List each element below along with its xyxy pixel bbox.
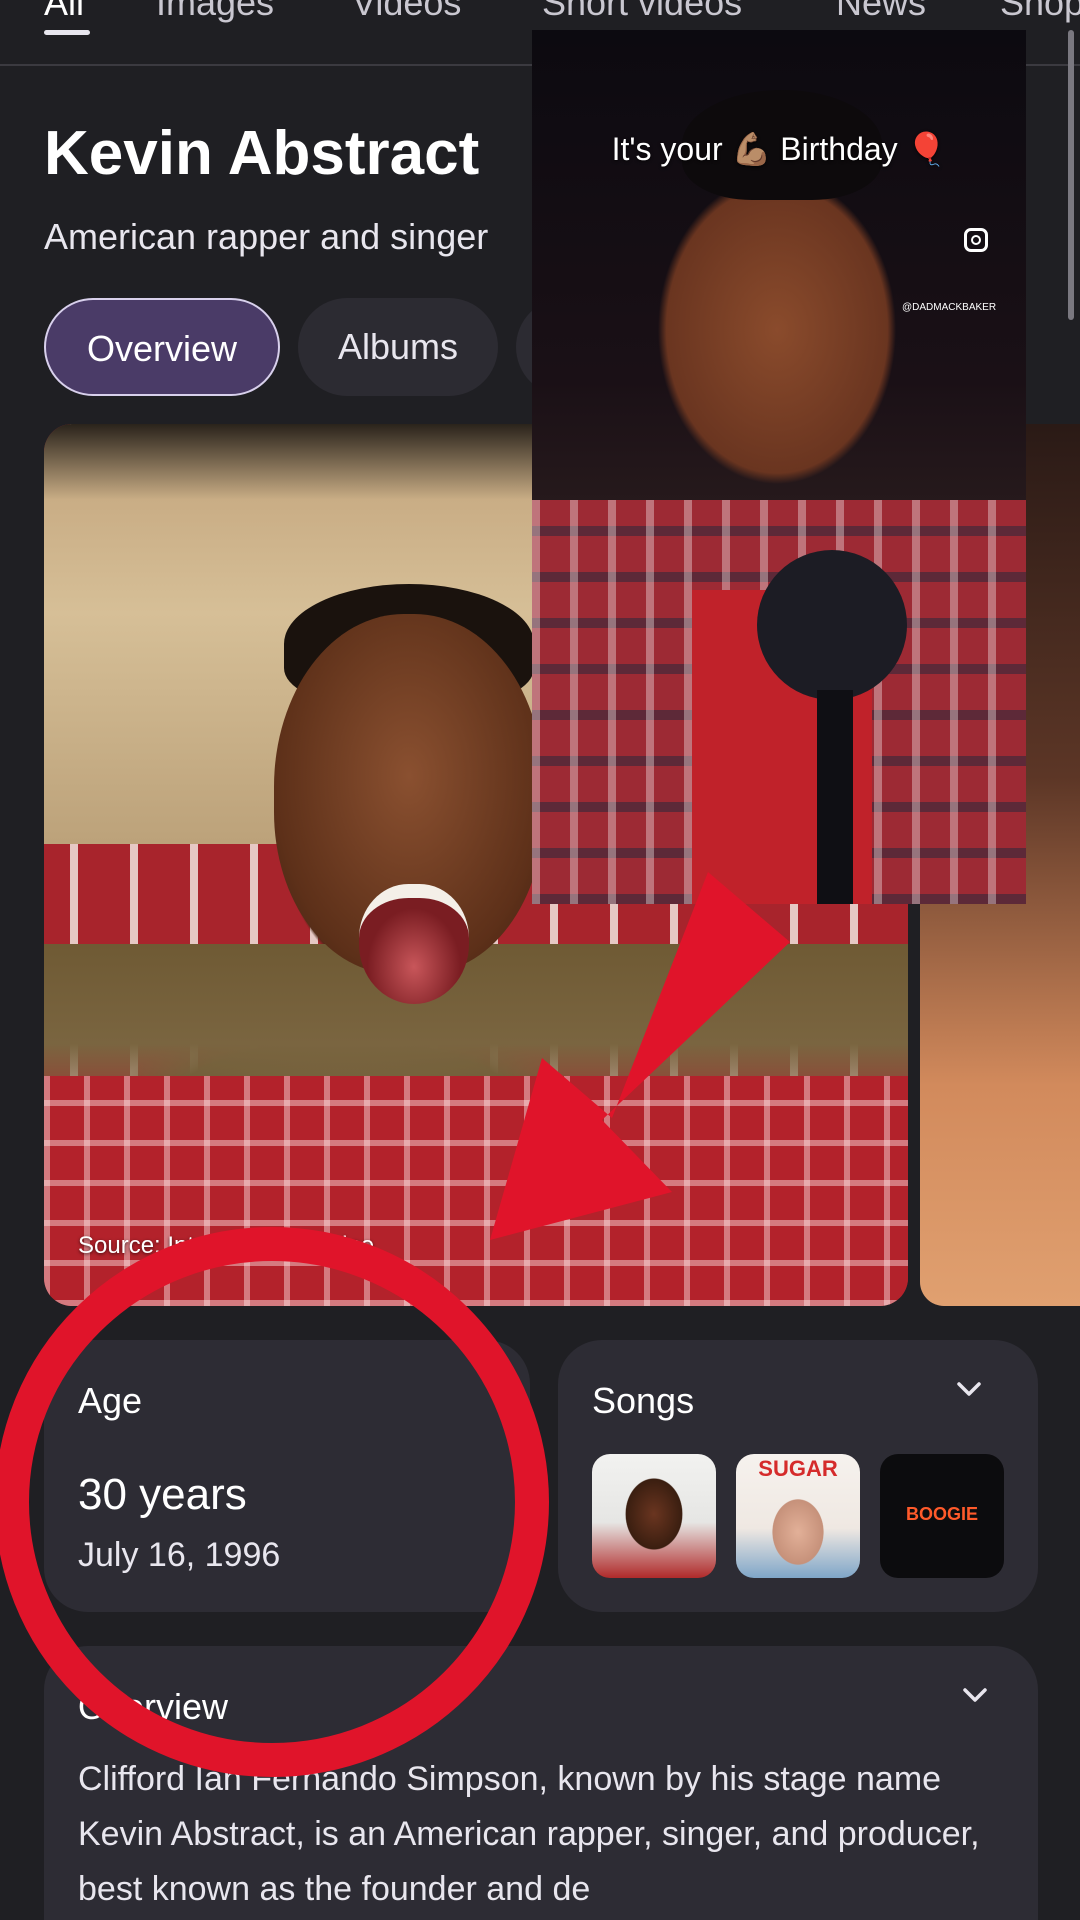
entity-description: American rapper and singer xyxy=(44,216,489,257)
song-thumb-sugar[interactable]: SUGAR xyxy=(736,1454,860,1578)
search-results-page: All Images Videos Short videos News Shop… xyxy=(0,0,1080,1920)
songs-card[interactable]: Songs SUGAR BOOGIE xyxy=(558,1340,1038,1612)
song-thumb-title: BOOGIE xyxy=(905,1504,978,1524)
overview-label: Overview xyxy=(78,1686,229,1727)
overview-card[interactable]: Overview Clifford Ian Fernando Simpson, … xyxy=(44,1646,1038,1920)
tab-shop[interactable]: Shop xyxy=(1000,0,1080,24)
microphone xyxy=(757,550,907,700)
tab-short-videos[interactable]: Short videos xyxy=(542,0,742,24)
instagram-icon xyxy=(964,228,988,252)
entity-title: Kevin Abstract xyxy=(44,119,480,188)
photo-blanket xyxy=(44,1076,908,1306)
microphone-handle xyxy=(817,690,853,904)
overview-text: Clifford Ian Fernando Simpson, known by … xyxy=(78,1760,980,1908)
age-label: Age xyxy=(78,1380,143,1421)
tab-videos[interactable]: Videos xyxy=(352,0,461,24)
age-card[interactable]: Age 30 years July 16, 1996 xyxy=(44,1340,530,1612)
songs-label: Songs xyxy=(592,1380,695,1421)
scrollbar[interactable] xyxy=(1068,30,1074,320)
tab-all[interactable]: All xyxy=(44,0,84,24)
chevron-down-icon[interactable] xyxy=(960,1680,990,1710)
song-thumb-title: SUGAR xyxy=(758,1456,838,1481)
tab-images[interactable]: Images xyxy=(156,0,274,24)
chip-overview[interactable]: Overview xyxy=(44,298,280,396)
birth-date: July 16, 1996 xyxy=(78,1536,281,1574)
active-tab-indicator xyxy=(44,30,90,35)
chevron-down-icon[interactable] xyxy=(954,1374,984,1404)
photo-mouth xyxy=(359,884,469,1004)
age-value: 30 years xyxy=(78,1470,247,1519)
chip-albums[interactable]: Albums xyxy=(298,298,498,396)
song-thumb-boogie[interactable]: BOOGIE xyxy=(880,1454,1004,1578)
tab-news[interactable]: News xyxy=(836,0,926,24)
video-overlay[interactable]: It's your 💪🏽 Birthday 🎈 @DADMACKBAKER xyxy=(532,30,1026,904)
video-caption: It's your 💪🏽 Birthday 🎈 xyxy=(611,131,947,167)
video-handle: @DADMACKBAKER xyxy=(902,302,997,313)
song-thumb-1[interactable] xyxy=(592,1454,716,1578)
photo-source-label: Source: Interview Magazine xyxy=(78,1232,375,1259)
